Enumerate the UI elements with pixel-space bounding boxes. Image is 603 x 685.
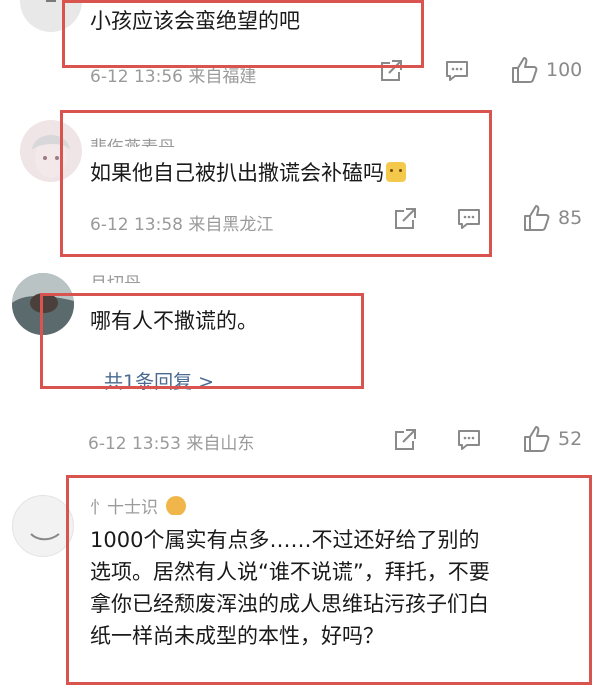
share-icon xyxy=(395,208,416,229)
like-button[interactable]: 85 xyxy=(522,204,582,232)
share-button[interactable] xyxy=(392,427,418,453)
like-button[interactable]: 52 xyxy=(522,425,582,453)
avatar[interactable] xyxy=(20,0,82,32)
share-button[interactable] xyxy=(378,58,404,84)
comment-text-body: 如果他自己被扒出撒谎会补磕吗 xyxy=(90,161,384,185)
comment-icon xyxy=(446,61,468,81)
comment-meta: 6-12 13:58 来自黑龙江 xyxy=(90,215,274,235)
username[interactable]: 月切丹 xyxy=(90,269,141,283)
share-button[interactable] xyxy=(392,206,418,232)
username[interactable]: 悲伤燕麦丹 xyxy=(90,133,175,147)
comment-icon xyxy=(458,209,480,229)
comment-text: 哪有人不撒谎的。 xyxy=(90,309,258,333)
comment-text: 如果他自己被扒出撒谎会补磕吗 xyxy=(90,157,406,189)
emoji-icon xyxy=(386,162,406,182)
like-count: 100 xyxy=(546,59,583,81)
comment-1: 小孩应该会蛮绝望的吧 6-12 13:56 来自福建 100 xyxy=(0,0,603,100)
comment-icon xyxy=(458,430,480,450)
comment-2: 悲伤燕麦丹 如果他自己被扒出撒谎会补磕吗 6-12 13:58 来自黑龙江 85 xyxy=(0,100,603,265)
comment-text-line: 纸一样尚未成型的本性，好吗？ xyxy=(90,624,384,648)
comment-button[interactable] xyxy=(456,206,482,232)
comment-button[interactable] xyxy=(444,58,470,84)
like-count: 85 xyxy=(558,207,583,229)
avatar[interactable] xyxy=(20,120,82,182)
username[interactable]: 忄十士识 xyxy=(90,493,186,515)
thumbs-up-icon xyxy=(524,426,550,452)
thumbs-up-icon xyxy=(512,57,538,83)
comment-4: 忄十士识 1000个属实有点多……不过还好给了别的 选项。居然有人说“谁不说谎”… xyxy=(0,475,603,685)
comment-text: 1000个属实有点多……不过还好给了别的 选项。居然有人说“谁不说谎”，拜托，不… xyxy=(90,524,590,652)
comment-3: 月切丹 哪有人不撒谎的。 共1条回复 > 6-12 13:53 来自山东 52 xyxy=(0,265,603,475)
share-icon xyxy=(395,429,416,450)
comment-meta: 6-12 13:53 来自山东 xyxy=(88,434,255,454)
comment-button[interactable] xyxy=(456,427,482,453)
comment-text-line: 1000个属实有点多……不过还好给了别的 xyxy=(90,528,480,552)
comment-text-line: 拿你已经颓废浑浊的成人思维玷污孩子们白 xyxy=(90,592,489,616)
badge-icon xyxy=(166,496,186,515)
like-button[interactable]: 100 xyxy=(510,56,582,84)
thumbs-up-icon xyxy=(524,205,550,231)
comment-meta: 6-12 13:56 来自福建 xyxy=(90,67,257,87)
comment-text-line: 选项。居然有人说“谁不说谎”，拜托，不要 xyxy=(90,560,490,584)
avatar[interactable] xyxy=(12,495,74,557)
share-icon xyxy=(381,60,402,81)
replies-link[interactable]: 共1条回复 > xyxy=(104,367,214,394)
comment-text: 小孩应该会蛮绝望的吧 xyxy=(90,9,300,33)
like-count: 52 xyxy=(558,428,583,450)
avatar[interactable] xyxy=(12,273,74,335)
